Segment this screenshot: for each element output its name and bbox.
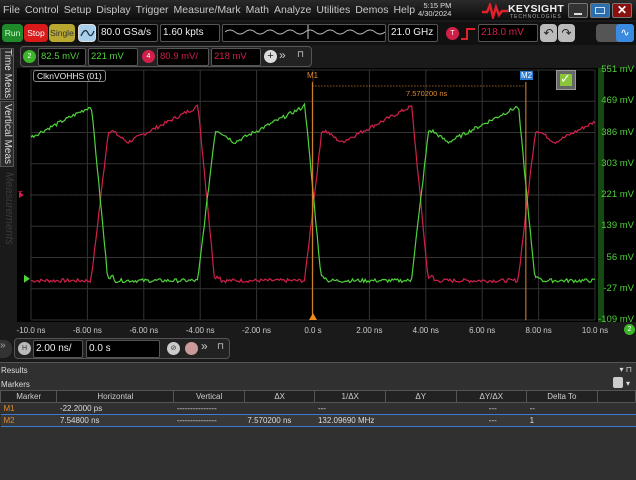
column-header[interactable]: ΔX xyxy=(243,390,316,403)
checkmark-icon[interactable]: ✓ xyxy=(556,70,576,90)
column-header[interactable]: ΔY xyxy=(384,390,457,403)
table-cell: M1 xyxy=(3,404,15,413)
table-cell: --- xyxy=(317,404,326,413)
column-header[interactable]: Marker xyxy=(0,390,58,403)
table-cell: --- xyxy=(456,414,527,427)
x-tick-label: -4.00 ns xyxy=(185,326,215,335)
column-header[interactable]: ΔY/ΔX xyxy=(455,390,528,403)
horizontal-position-field[interactable]: 0.0 s xyxy=(86,340,160,358)
x-tick-label: -2.00 ns xyxy=(242,326,272,335)
dropdown-icon[interactable]: ▾ xyxy=(626,379,630,388)
table-cell xyxy=(385,414,457,427)
markers-section-title: Markers xyxy=(1,380,30,389)
x-tick-label: 4.00 ns xyxy=(412,326,439,335)
y-tick-label: 221 mV xyxy=(601,189,634,200)
y-tick-label: 469 mV xyxy=(601,95,634,107)
reference-icon[interactable] xyxy=(185,342,198,355)
y-tick-label: 386 mV xyxy=(601,126,634,138)
table-cell: 7.54800 ns xyxy=(56,414,174,427)
y-tick-label: 56 mV xyxy=(606,251,634,263)
table-cell xyxy=(385,403,456,415)
column-header[interactable]: Vertical xyxy=(173,390,245,403)
x-tick-label: 8.00 ns xyxy=(525,326,552,335)
y-tick-label: 551 mV xyxy=(601,64,634,75)
table-cell: --------------- xyxy=(173,414,245,427)
x-tick-label: 0.0 s xyxy=(304,326,322,335)
table-cell: --------------- xyxy=(176,404,217,413)
horizontal-badge[interactable]: H xyxy=(18,342,31,355)
expand-left-icon[interactable]: » xyxy=(0,340,12,358)
waveform-canvas xyxy=(19,69,596,321)
waveform-label: ClknVOHHS (01) xyxy=(33,70,106,82)
table-cell xyxy=(597,403,635,415)
x-tick-label: 6.00 ns xyxy=(469,326,496,335)
y-tick-label: 303 mV xyxy=(601,157,634,169)
y-tick-label: -27 mV xyxy=(603,282,634,294)
zoom-icon[interactable]: ⊘ xyxy=(167,342,180,355)
table-row[interactable]: M1 -22.2000 ps --------------- --- --- -- xyxy=(1,403,636,415)
x-tick-label: -8.00 ns xyxy=(72,326,102,335)
trigger-position-icon[interactable] xyxy=(309,313,317,320)
x-tick-label: -10.0 ns xyxy=(16,326,46,335)
expand-icon[interactable]: » xyxy=(201,339,208,353)
column-header[interactable] xyxy=(596,390,636,403)
table-cell: M2 xyxy=(0,414,57,427)
column-header[interactable]: Delta To xyxy=(526,390,598,403)
settings-gear-icon[interactable] xyxy=(613,377,623,388)
marker-m1-label[interactable]: M1 xyxy=(307,71,318,80)
x-tick-label: 10.0 ns xyxy=(581,326,609,335)
table-cell: 1 xyxy=(526,414,598,427)
table-cell: -- xyxy=(529,404,535,413)
results-pin-icon[interactable]: ▾ ⊓ xyxy=(620,365,632,374)
x-tick-label: -6.00 ns xyxy=(129,326,159,335)
table-cell xyxy=(597,414,636,427)
table-cell: 132.09690 MHz xyxy=(314,414,386,427)
delta-x-label: 7.570200 ns xyxy=(406,89,448,98)
results-title: Results xyxy=(1,366,28,375)
y-tick-label: 139 mV xyxy=(601,220,634,232)
channel-2-ground-icon xyxy=(24,274,30,283)
horizontal-scale-field[interactable]: 2.00 ns/ xyxy=(33,340,83,358)
table-cell xyxy=(244,403,315,415)
markers-table: Marker Horizontal Vertical ΔX 1/ΔX ΔY ΔY/ΔX Del… xyxy=(0,390,636,427)
pin-icon[interactable]: ⊓ xyxy=(217,341,224,352)
column-header[interactable]: 1/ΔX xyxy=(314,390,386,403)
table-cell: 7.570200 ns xyxy=(244,414,315,427)
column-header[interactable]: Horizontal xyxy=(56,390,175,403)
x-tick-label: 2.00 ns xyxy=(356,326,383,335)
table-cell: --- xyxy=(488,404,497,413)
table-cell: -22.2000 ps xyxy=(59,404,103,413)
marker-m2-label[interactable]: M2 xyxy=(520,71,534,80)
scale-channel-badge[interactable]: 2 xyxy=(624,324,635,335)
table-row[interactable]: M2 7.54800 ns --------------- 7.570200 ns 13… xyxy=(0,414,636,427)
trigger-level-marker[interactable]: T xyxy=(18,190,23,199)
